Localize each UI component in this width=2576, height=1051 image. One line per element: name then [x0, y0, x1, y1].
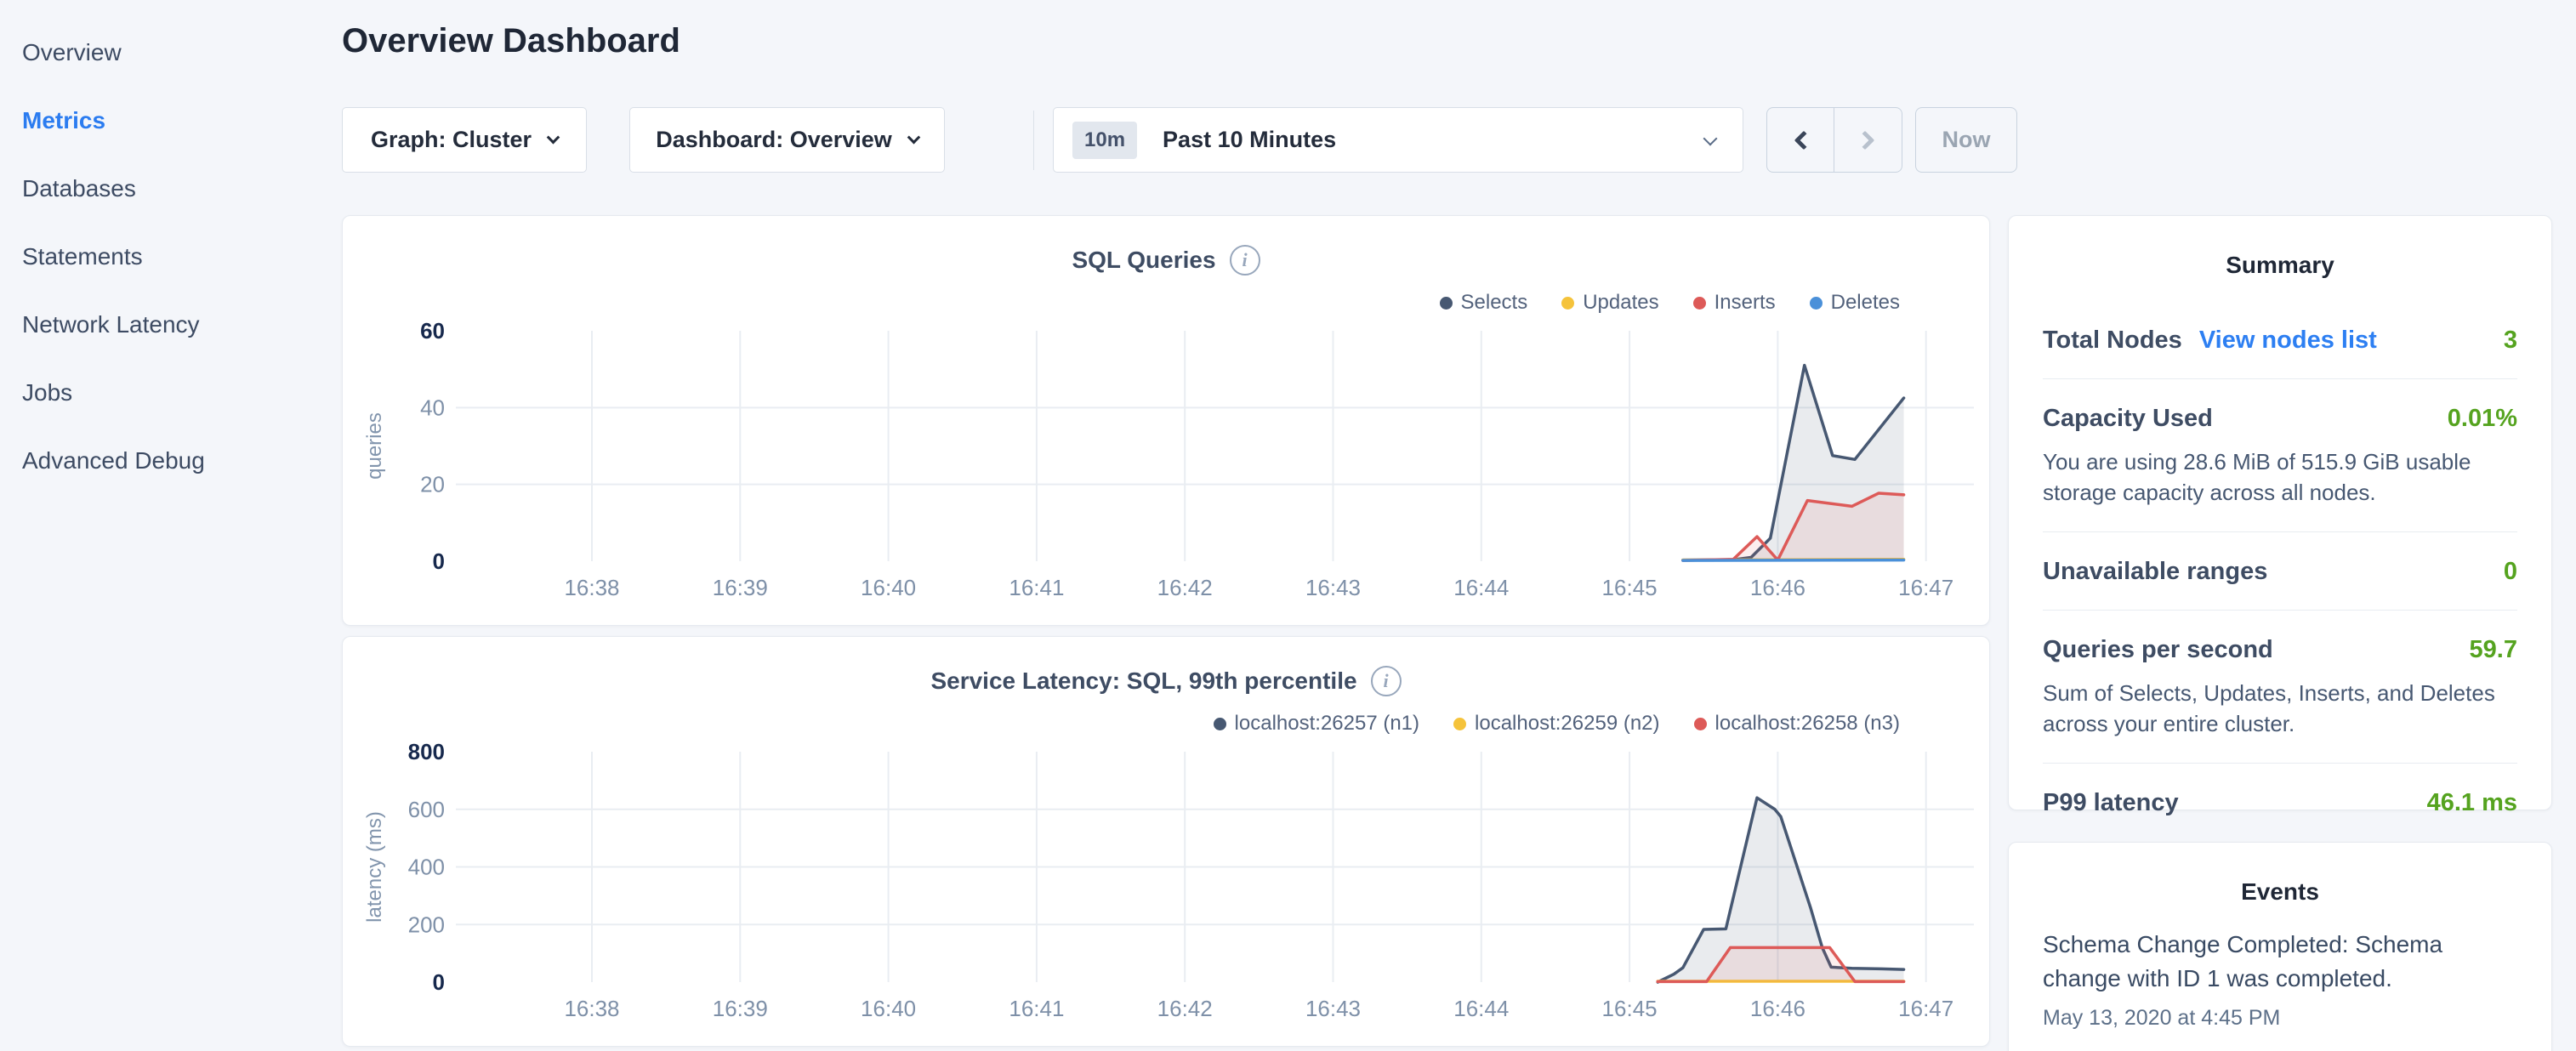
- summary-value: 3: [2504, 327, 2517, 355]
- service-latency-chart-card: Service Latency: SQL, 99th percentile i …: [342, 636, 1990, 1047]
- summary-heading: Summary: [2009, 216, 2551, 279]
- sidebar-item-jobs[interactable]: Jobs: [22, 359, 340, 427]
- chevron-down-icon: [547, 131, 560, 145]
- sql-queries-chart-card: SQL Queries i SelectsUpdatesInsertsDelet…: [342, 215, 1990, 626]
- summary-value: 0.01%: [2448, 405, 2517, 433]
- dashboard-dropdown-label: Dashboard: Overview: [656, 127, 892, 153]
- svg-text:16:46: 16:46: [1750, 575, 1805, 600]
- svg-text:16:41: 16:41: [1009, 996, 1064, 1021]
- svg-text:0: 0: [433, 548, 445, 574]
- controls-divider: [1033, 111, 1034, 170]
- time-range-dropdown[interactable]: 10m Past 10 Minutes: [1053, 107, 1743, 173]
- svg-text:60: 60: [420, 318, 445, 344]
- svg-text:600: 600: [408, 797, 445, 822]
- summary-label: P99 latency: [2043, 789, 2179, 817]
- svg-text:16:45: 16:45: [1602, 575, 1658, 600]
- event-item-text[interactable]: Schema Change Completed: Schema change w…: [2043, 928, 2517, 996]
- graph-dropdown-label: Graph: Cluster: [371, 127, 532, 153]
- svg-text:16:44: 16:44: [1453, 996, 1509, 1021]
- events-heading: Events: [2009, 843, 2551, 906]
- summary-label: Queries per second: [2043, 636, 2273, 664]
- svg-text:queries: queries: [363, 412, 386, 480]
- svg-text:16:43: 16:43: [1305, 996, 1361, 1021]
- view-nodes-list-link[interactable]: View nodes list: [2199, 327, 2377, 355]
- svg-text:16:45: 16:45: [1602, 996, 1658, 1021]
- sidebar-item-databases[interactable]: Databases: [22, 155, 340, 223]
- page-title: Overview Dashboard: [342, 22, 680, 60]
- chevron-left-icon: [1794, 130, 1814, 150]
- sidebar-item-statements[interactable]: Statements: [22, 223, 340, 291]
- summary-description: You are using 28.6 MiB of 515.9 GiB usab…: [2043, 446, 2517, 508]
- summary-row-unavailable-ranges: Unavailable ranges 0: [2043, 531, 2517, 610]
- summary-row-queries-per-second: Queries per second 59.7 Sum of Selects, …: [2043, 610, 2517, 763]
- events-panel: Events Schema Change Completed: Schema c…: [2008, 842, 2552, 1051]
- svg-text:16:38: 16:38: [564, 996, 619, 1021]
- svg-text:400: 400: [408, 855, 445, 880]
- graph-dropdown[interactable]: Graph: Cluster: [342, 107, 587, 173]
- sidebar: Overview Metrics Databases Statements Ne…: [0, 0, 340, 1051]
- summary-value: 59.7: [2470, 636, 2517, 664]
- event-item-timestamp: May 13, 2020 at 4:45 PM: [2043, 1006, 2517, 1031]
- summary-value: 0: [2504, 558, 2517, 586]
- svg-text:16:40: 16:40: [861, 996, 916, 1021]
- summary-label: Total Nodes: [2043, 327, 2182, 355]
- service-latency-chart[interactable]: 16:38 16:39 16:40 16:41 16:42 16:43 16:44 16:45…: [343, 637, 1991, 1048]
- chevron-right-icon: [1855, 130, 1874, 150]
- sidebar-item-metrics[interactable]: Metrics: [22, 87, 340, 155]
- svg-text:16:46: 16:46: [1750, 996, 1805, 1021]
- sidebar-item-overview[interactable]: Overview: [22, 19, 340, 87]
- svg-text:200: 200: [408, 912, 445, 937]
- time-range-label: Past 10 Minutes: [1163, 127, 1336, 153]
- time-prev-button[interactable]: [1767, 108, 1834, 172]
- controls-bar: Graph: Cluster Dashboard: Overview 10m P…: [342, 107, 2553, 173]
- svg-text:16:47: 16:47: [1898, 575, 1953, 600]
- svg-text:16:44: 16:44: [1453, 575, 1509, 600]
- svg-text:40: 40: [420, 395, 445, 420]
- dashboard-dropdown[interactable]: Dashboard: Overview: [629, 107, 945, 173]
- svg-text:16:39: 16:39: [713, 996, 768, 1021]
- sidebar-item-network-latency[interactable]: Network Latency: [22, 291, 340, 359]
- svg-text:latency (ms): latency (ms): [363, 811, 386, 923]
- summary-row-p99-latency: P99 latency 46.1 ms: [2043, 763, 2517, 841]
- sidebar-item-advanced-debug[interactable]: Advanced Debug: [22, 427, 340, 495]
- svg-text:16:40: 16:40: [861, 575, 916, 600]
- svg-text:16:39: 16:39: [713, 575, 768, 600]
- svg-text:16:38: 16:38: [564, 575, 619, 600]
- svg-text:800: 800: [408, 739, 445, 764]
- summary-value: 46.1 ms: [2427, 789, 2517, 817]
- svg-text:0: 0: [433, 969, 445, 995]
- summary-label: Capacity Used: [2043, 405, 2213, 433]
- svg-text:16:42: 16:42: [1157, 996, 1213, 1021]
- time-next-button[interactable]: [1834, 108, 1902, 172]
- now-button[interactable]: Now: [1915, 107, 2017, 173]
- summary-row-capacity-used: Capacity Used 0.01% You are using 28.6 M…: [2043, 378, 2517, 531]
- chevron-down-icon: [907, 131, 921, 145]
- time-range-badge: 10m: [1072, 122, 1137, 159]
- sql-queries-chart[interactable]: 16:38 16:39 16:40 16:41 16:42 16:43 16:44 16:45…: [343, 216, 1991, 627]
- summary-label: Unavailable ranges: [2043, 558, 2267, 586]
- chevron-down-icon: [1703, 132, 1718, 146]
- svg-text:20: 20: [420, 472, 445, 497]
- summary-row-total-nodes: Total Nodes View nodes list 3: [2043, 301, 2517, 378]
- svg-text:16:47: 16:47: [1898, 996, 1953, 1021]
- summary-panel: Summary Total Nodes View nodes list 3 Ca…: [2008, 215, 2552, 810]
- summary-description: Sum of Selects, Updates, Inserts, and De…: [2043, 678, 2517, 739]
- svg-text:16:42: 16:42: [1157, 575, 1213, 600]
- time-step-buttons: [1766, 107, 1902, 173]
- svg-text:16:41: 16:41: [1009, 575, 1064, 600]
- svg-text:16:43: 16:43: [1305, 575, 1361, 600]
